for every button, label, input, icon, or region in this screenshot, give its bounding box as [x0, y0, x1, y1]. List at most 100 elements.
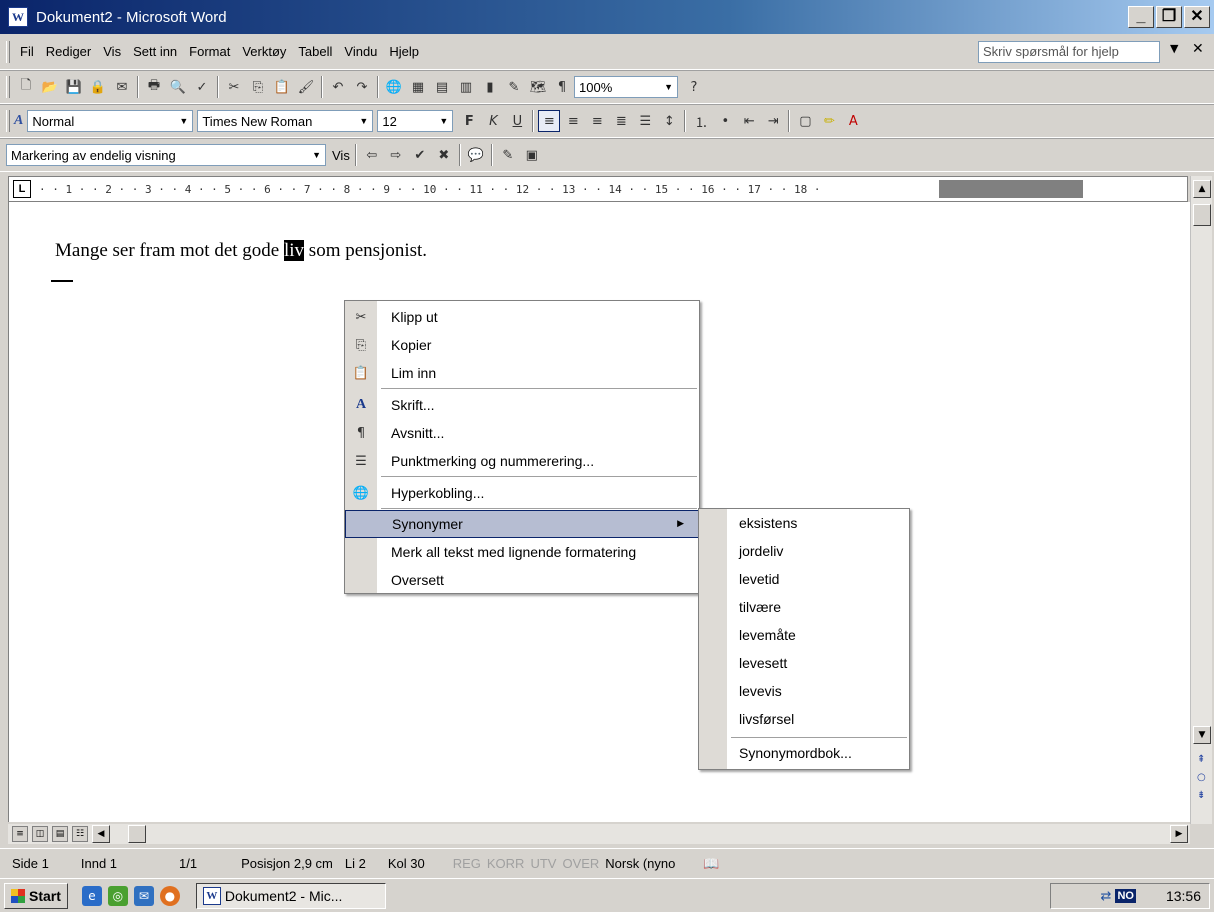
synonym-item[interactable]: levetid [739, 571, 779, 587]
start-button[interactable]: Start [4, 882, 68, 909]
web-view-icon[interactable]: ◫ [32, 826, 48, 842]
bullets-icon[interactable]: • [714, 110, 736, 132]
synonym-item[interactable]: livsførsel [739, 711, 794, 727]
insert-table-icon[interactable]: ▤ [431, 76, 453, 98]
print-layout-icon[interactable]: ▤ [52, 826, 68, 842]
vertical-scrollbar[interactable]: ▲ ▼ ⇞ ○ ⇟ [1190, 176, 1212, 824]
font-color-icon[interactable]: A [842, 110, 864, 132]
menu-verktoy[interactable]: Verktøy [236, 44, 292, 59]
spelling-status-icon[interactable]: 📖 [703, 856, 719, 872]
status-extend[interactable]: UTV [530, 856, 556, 871]
menu-hjelp[interactable]: Hjelp [383, 44, 425, 59]
font-select[interactable]: Times New Roman ▼ [197, 110, 374, 132]
outline-view-icon[interactable]: ☷ [72, 826, 88, 842]
tab-selector[interactable]: L [13, 180, 31, 198]
new-document-icon[interactable]: 🗋 [15, 76, 37, 98]
synonym-item[interactable]: jordeliv [739, 543, 783, 559]
menu-paste[interactable]: 📋 Lim inn [345, 359, 699, 387]
bold-icon[interactable]: F [458, 110, 480, 132]
line-spacing-icon[interactable]: ↕ [658, 110, 680, 132]
help-question-input[interactable]: Skriv spørsmål for hjelp [978, 41, 1160, 63]
status-language[interactable]: Norsk (nyno [605, 856, 675, 871]
drawing-icon[interactable]: ✎ [503, 76, 525, 98]
spelling-icon[interactable]: ✓ [191, 76, 213, 98]
email-icon[interactable]: ✉ [111, 76, 133, 98]
menu-hyperlink[interactable]: 🌐 Hyperkobling... [345, 479, 699, 507]
align-right-icon[interactable]: ≡ [586, 110, 608, 132]
menu-bullets-numbering[interactable]: ☰ Punktmerking og nummerering... [345, 447, 699, 475]
format-painter-icon[interactable]: 🖌 [295, 76, 317, 98]
menu-paragraph[interactable]: ¶ Avsnitt... [345, 419, 699, 447]
insert-hyperlink-icon[interactable]: 🌐 [383, 76, 405, 98]
quicklaunch-app-icon[interactable]: ◎ [107, 885, 128, 906]
synonym-item[interactable]: eksistens [739, 515, 797, 531]
minimize-button[interactable]: _ [1128, 6, 1154, 28]
menu-format[interactable]: Format [183, 44, 236, 59]
status-track-changes[interactable]: KORR [487, 856, 525, 871]
next-page-icon[interactable]: ⇟ [1197, 790, 1205, 801]
input-language-indicator[interactable]: NO [1115, 889, 1136, 903]
italic-icon[interactable]: K [482, 110, 504, 132]
menu-cut[interactable]: ✂ Klipp ut [345, 303, 699, 331]
status-overtype[interactable]: OVER [562, 856, 599, 871]
markup-view-select[interactable]: Markering av endelig visning ▼ [6, 144, 326, 166]
selected-word[interactable]: liv [283, 240, 305, 261]
paste-icon[interactable]: 📋 [271, 76, 293, 98]
close-document-icon[interactable]: ✕ [1192, 40, 1204, 57]
document-text[interactable]: Mange ser fram mot det gode liv som pens… [55, 240, 427, 262]
reject-change-icon[interactable]: ✖ [433, 144, 455, 166]
synonym-item[interactable]: tilvære [739, 599, 781, 615]
increase-indent-icon[interactable]: ⇥ [762, 110, 784, 132]
scroll-up-button[interactable]: ▲ [1193, 180, 1211, 198]
menu-copy[interactable]: ⎘ Kopier [345, 331, 699, 359]
help-icon[interactable]: ? [683, 76, 705, 98]
tables-borders-icon[interactable]: ▦ [407, 76, 429, 98]
align-left-icon[interactable]: ≡ [538, 110, 561, 132]
taskbar-word-document[interactable]: W Dokument2 - Mic... [195, 882, 386, 909]
scroll-down-button[interactable]: ▼ [1193, 726, 1211, 744]
redo-icon[interactable]: ↷ [351, 76, 373, 98]
undo-icon[interactable]: ↶ [327, 76, 349, 98]
browse-object-icon[interactable]: ○ [1197, 772, 1206, 783]
numbering-icon[interactable]: ⒈ [690, 110, 712, 132]
save-icon[interactable]: 💾 [63, 76, 85, 98]
styles-icon[interactable]: A [14, 113, 23, 129]
align-center-icon[interactable]: ≡ [562, 110, 584, 132]
toolbar-grip[interactable] [6, 76, 10, 98]
menu-translate[interactable]: Oversett [345, 566, 699, 594]
menu-select-similar-formatting[interactable]: Merk all tekst med lignende formatering [345, 538, 699, 566]
outlook-icon[interactable]: ✉ [133, 885, 154, 906]
menu-vis[interactable]: Vis [97, 44, 127, 59]
previous-page-icon[interactable]: ⇞ [1197, 754, 1205, 765]
menu-synonyms[interactable]: Synonymer ▶ [345, 510, 699, 538]
zoom-select[interactable]: 100% ▼ [574, 76, 678, 98]
insert-comment-icon[interactable]: 💬 [465, 144, 487, 166]
restore-button[interactable]: ❐ [1156, 6, 1182, 28]
print-preview-icon[interactable]: 🔍 [167, 76, 189, 98]
copy-icon[interactable]: ⎘ [247, 76, 269, 98]
horizontal-ruler[interactable]: L · · 1 · · 2 · · 3 · · 4 · · 5 · · 6 · … [8, 176, 1188, 202]
scroll-right-button[interactable]: ▶ [1170, 825, 1188, 843]
font-size-select[interactable]: 12 ▼ [377, 110, 454, 132]
clock[interactable]: 13:56 [1166, 888, 1201, 904]
insert-spreadsheet-icon[interactable]: ▥ [455, 76, 477, 98]
firefox-icon[interactable]: ● [159, 885, 180, 906]
hscroll-thumb[interactable] [128, 825, 146, 843]
synonym-item[interactable]: levevis [739, 683, 782, 699]
underline-icon[interactable]: U [506, 110, 528, 132]
columns-icon[interactable]: ▮ [479, 76, 501, 98]
justify-icon[interactable]: ≣ [610, 110, 632, 132]
status-rec[interactable]: REG [453, 856, 481, 871]
cut-icon[interactable]: ✂ [223, 76, 245, 98]
synonym-item[interactable]: levemåte [739, 627, 796, 643]
decrease-indent-icon[interactable]: ⇤ [738, 110, 760, 132]
internet-explorer-icon[interactable]: e [81, 885, 102, 906]
network-icon[interactable]: ⇄ [1101, 889, 1112, 904]
menu-fil[interactable]: Fil [14, 44, 40, 59]
menu-vindu[interactable]: Vindu [338, 44, 383, 59]
toolbar-grip[interactable] [6, 40, 10, 63]
synonym-item[interactable]: levesett [739, 655, 787, 671]
toolbar-grip[interactable] [6, 110, 10, 132]
highlight-icon[interactable]: ✏ [818, 110, 840, 132]
menu-rediger[interactable]: Rediger [40, 44, 98, 59]
